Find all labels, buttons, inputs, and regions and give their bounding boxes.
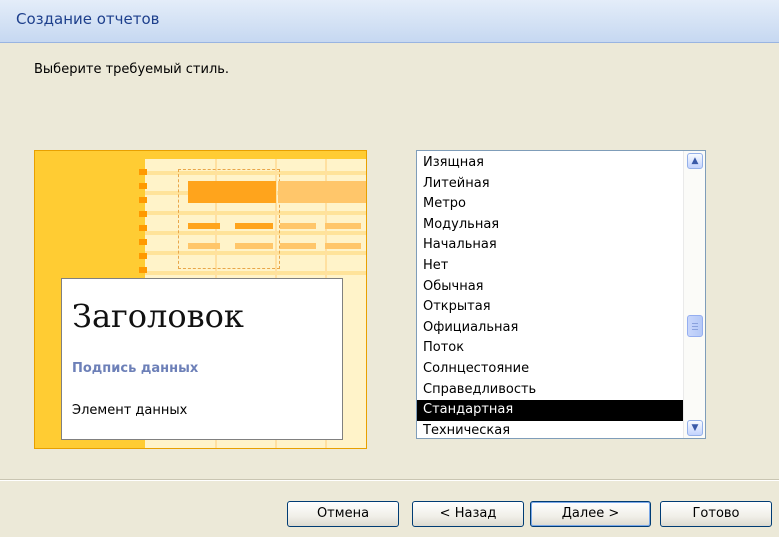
preview-card: Заголовок Подпись данных Элемент данных — [61, 278, 343, 440]
style-list-item[interactable]: Стандартная — [417, 400, 683, 421]
style-prompt: Выберите требуемый стиль. — [34, 62, 230, 77]
style-list-item[interactable]: Начальная — [417, 235, 683, 256]
style-preview: Заголовок Подпись данных Элемент данных — [34, 150, 367, 449]
title-bar: Создание отчетов — [0, 0, 779, 43]
style-list-item[interactable]: Нет — [417, 256, 683, 277]
back-button[interactable]: < Назад — [412, 501, 524, 527]
finish-button[interactable]: Готово — [660, 501, 772, 527]
style-list-item[interactable]: Официальная — [417, 318, 683, 339]
style-list-item[interactable]: Поток — [417, 338, 683, 359]
preview-data-label: Подпись данных — [72, 361, 199, 376]
style-listbox[interactable]: Изящная Литейная Метро Модульная Начальная Не… — [416, 150, 706, 439]
style-list-item[interactable]: Обычная — [417, 277, 683, 298]
style-list-item[interactable]: Открытая — [417, 297, 683, 318]
style-list-item[interactable]: Литейная — [417, 174, 683, 195]
style-list: Изящная Литейная Метро Модульная Начальная Не… — [417, 153, 683, 438]
style-list-item[interactable]: Метро — [417, 194, 683, 215]
list-scrollbar[interactable]: ▲ ▼ — [683, 151, 705, 438]
preview-header-block — [188, 181, 276, 203]
footer-divider — [0, 479, 779, 481]
style-list-item[interactable]: Справедливость — [417, 380, 683, 401]
scroll-thumb[interactable] — [687, 315, 703, 337]
style-list-item[interactable]: Техническая — [417, 421, 683, 438]
style-list-item[interactable]: Изящная — [417, 153, 683, 174]
scroll-up-button[interactable]: ▲ — [687, 153, 703, 169]
style-list-item[interactable]: Солнцестояние — [417, 359, 683, 380]
window-title: Создание отчетов — [16, 10, 160, 28]
preview-heading: Заголовок — [72, 297, 244, 335]
preview-data-item: Элемент данных — [72, 403, 188, 418]
scroll-down-button[interactable]: ▼ — [687, 420, 703, 436]
cancel-button[interactable]: Отмена — [287, 501, 399, 527]
style-list-item[interactable]: Модульная — [417, 215, 683, 236]
next-button[interactable]: Далее > — [530, 501, 651, 527]
